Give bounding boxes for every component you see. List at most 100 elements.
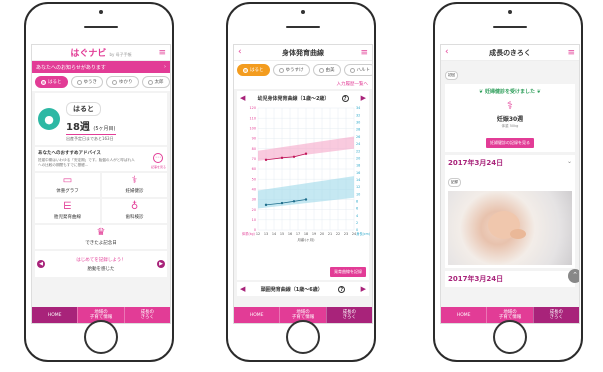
child-chip[interactable]: ハルト [343,64,372,76]
back-icon[interactable]: ‹ [238,47,242,57]
next-chart-icon[interactable]: ▶ [361,285,366,293]
y-tick-right: 16 [356,171,360,175]
tile-anniversary[interactable]: ♛ できたよ記念日 [35,225,167,249]
camera [99,10,103,14]
y-tick-left: 60 [252,167,256,171]
scroll-up-icon[interactable]: ⌃ [568,269,579,283]
y-axis-label-right: 身長(cm) [356,231,370,236]
data-point [292,200,296,203]
x-tick: 16 [288,232,292,236]
menu-icon[interactable]: ≡ [567,48,575,58]
prev-arrow-icon[interactable]: ◀ [37,260,45,268]
app-header: ‹ 身体発育曲線 ≡ [234,45,372,61]
chevron-down-icon[interactable]: ⌄ [567,158,572,168]
next-chart-icon[interactable]: ▶ [361,94,366,102]
y-tick-right: 26 [356,135,360,139]
home-button[interactable] [493,320,527,354]
tile-dental[interactable]: ♁ 歯科検診 [102,199,167,223]
child-chip[interactable]: ゆうすけ [272,64,310,76]
tab-growth-record[interactable]: 成長の きろく [325,307,372,323]
camera [301,10,305,14]
advice-card[interactable]: あなたへのおすすめアドバイス 妊娠中期はいわゆる「安定期」です。胎盤の人がと呼ば… [35,147,167,171]
child-chip[interactable]: はると [237,64,270,76]
y-axis-label-left: 体重(kg) [242,231,255,236]
tile-fetal-growth[interactable]: ⋿ 胎児発育曲線 [35,199,100,223]
tab-growth-record[interactable]: 成長の きろく [123,307,170,323]
head-chart-card: ◀ 頭囲発育曲線（1歳〜6歳） ? ▶ [237,282,369,296]
age-display: 18週 (5ヶ月目) [66,122,116,133]
tooth-icon: ♁ [130,201,139,212]
second-chart-title: 頭囲発育曲線（1歳〜6歳） [260,286,323,293]
child-chip[interactable]: 由美 [312,64,341,76]
crown-icon: ♛ [96,227,106,238]
x-tick: 17 [296,232,300,236]
y-tick-right: 22 [356,149,360,153]
child-chip[interactable]: はると [35,76,68,88]
x-tick: 13 [264,232,268,236]
tab-growth-record[interactable]: 成長の きろく [532,307,579,323]
tab-home[interactable]: HOME [32,307,78,323]
prev-chart-icon[interactable]: ◀ [240,285,245,293]
help-icon[interactable]: ? [338,285,346,293]
y-tick-left: 10 [252,218,256,222]
phone-growth-chart: ‹ 身体発育曲線 ≡ はると ゆうすけ 由美 ハルト 入力履歴一覧へ ◀ 幼児身… [226,2,376,362]
baby-hand [510,229,526,239]
child-chip[interactable]: ゆうき [70,76,103,88]
cta-subtitle: 胎動を感じた [87,266,115,272]
record-date: 2017年3月24日 [448,159,504,167]
advice-body: 妊娠中期はいわゆる「安定期」です。胎盤の人がと呼ばれ人への比較の期間もすでに基礎… [38,158,135,167]
monitor-icon: ▭ [62,175,73,186]
view-checkup-button[interactable]: 妊婦健診の記録を見る [486,138,534,148]
record-growth-button[interactable]: 発育曲線を記録 [330,267,366,277]
x-tick: 15 [280,232,284,236]
notice-banner[interactable]: あなたへのお知らせがあります › [32,61,170,73]
y-tick-left: 40 [252,188,256,192]
speaker [493,26,527,28]
child-chip[interactable]: 太郎 [141,76,170,88]
y-tick-left: 30 [252,198,256,202]
x-tick: 21 [328,232,332,236]
x-tick: 22 [336,232,340,236]
app-header: ‹ 成長のきろく ≡ [441,45,579,61]
days-remaining: 出産予定日まであと163日 [66,134,116,141]
menu-icon[interactable]: ≡ [360,48,368,58]
phone-home: はぐナビ by 母子手帳 ≡ あなたへのお知らせがあります › はると ゆうき ゆ… [24,2,174,362]
chevron-right-icon: › [164,64,166,70]
more-icon[interactable]: ⋯ [153,153,163,163]
baby-photo[interactable] [448,191,572,265]
prev-chart-icon[interactable]: ◀ [240,94,245,102]
x-tick: 20 [320,232,324,236]
data-point [304,152,308,155]
tile-checkup[interactable]: ⚕ 妊婦健診 [102,173,167,197]
y-tick-left: 110 [250,116,256,120]
next-arrow-icon[interactable]: ▶ [157,260,165,268]
record-card[interactable]: 2017年3月24日 ⌄ 記録 [445,155,575,268]
child-name[interactable]: はると [66,102,101,116]
record-card[interactable]: 2017年3月24日 ⌄ [445,271,575,287]
growth-chart: 0102030405060708090100110120024681012141… [242,106,370,242]
y-tick-right: 10 [356,192,360,196]
home-button[interactable] [84,320,118,354]
data-point [280,201,284,205]
x-tick: 19 [312,232,316,236]
data-point [280,156,284,160]
leaf-icon: ❦ [536,89,541,95]
y-tick-left: 20 [252,208,256,212]
back-icon[interactable]: ‹ [445,47,449,57]
child-chip[interactable]: ゆかり [106,76,139,88]
screen-growth-chart: ‹ 身体発育曲線 ≡ はると ゆうすけ 由美 ハルト 入力履歴一覧へ ◀ 幼児身… [233,44,373,324]
tab-home[interactable]: HOME [234,307,279,323]
data-point [264,203,268,207]
y-tick-left: 90 [252,137,256,141]
input-history-link[interactable]: 入力履歴一覧へ [234,79,372,89]
menu-icon[interactable]: ≡ [158,48,166,58]
y-tick-right: 28 [356,128,360,132]
home-button[interactable] [286,320,320,354]
help-icon[interactable]: ? [341,94,349,102]
tab-home[interactable]: HOME [441,307,486,323]
data-point [264,158,268,162]
cta-title[interactable]: はじめてを記録しよう！ [45,257,157,263]
camera [508,10,512,14]
child-profile: ● はると 18週 (5ヶ月目) 出産予定日まであと163日 [35,93,167,145]
tile-weight-graph[interactable]: ▭ 体重グラフ [35,173,100,197]
